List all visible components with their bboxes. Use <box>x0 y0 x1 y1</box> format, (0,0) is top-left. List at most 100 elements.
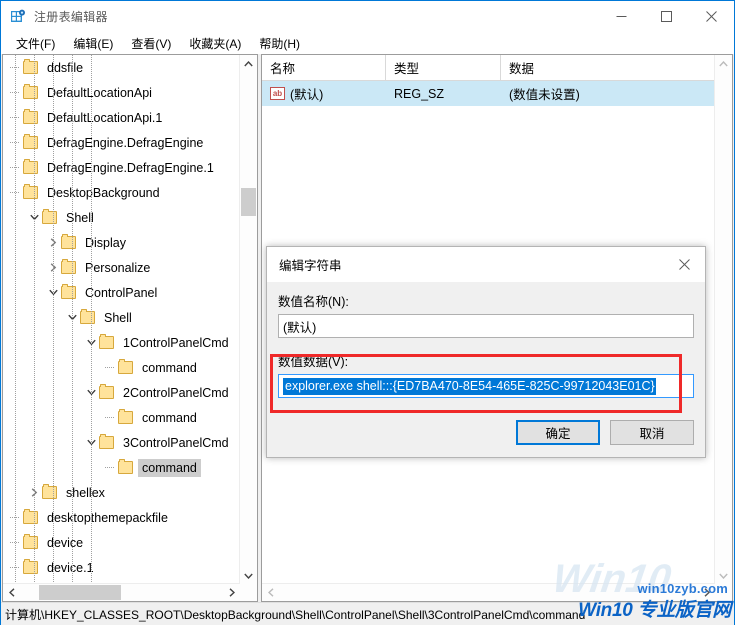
tree-node-label: shellex <box>66 485 105 500</box>
tree-node-label: Display <box>85 235 126 250</box>
tree-node[interactable]: desktopthemepackfile <box>3 505 240 530</box>
tree-scroll-thumb[interactable] <box>241 188 256 216</box>
registry-editor-window: 注册表编辑器 文件(F) 编辑(E) 查看(V) 收藏夹(A) 帮助(H) dd… <box>0 0 735 625</box>
tree-node[interactable]: DefragEngine.DefragEngine.1 <box>3 155 240 180</box>
registry-tree-pane: ddsfile DefaultLocationApi DefaultLocation… <box>2 54 258 602</box>
tree-scroll-down-icon[interactable] <box>240 567 257 584</box>
tree-node[interactable]: DefragEngine.DefragEngine <box>3 130 240 155</box>
tree-node-label: desktopthemepackfile <box>47 510 168 525</box>
tree-node[interactable]: 3ControlPanelCmd <box>3 430 240 455</box>
title-bar: 注册表编辑器 <box>1 1 734 32</box>
cancel-button[interactable]: 取消 <box>610 420 694 445</box>
tree-node[interactable]: DesktopBackground <box>3 180 240 205</box>
tree-node-label: ControlPanel <box>85 285 158 300</box>
list-vertical-scrollbar[interactable] <box>714 55 732 584</box>
value-name: (默认) <box>290 88 324 102</box>
folder-icon <box>118 459 133 474</box>
folder-icon <box>61 259 76 274</box>
folder-icon <box>23 84 38 99</box>
list-scroll-left-icon[interactable] <box>262 584 279 601</box>
tree-guide-line <box>91 55 92 584</box>
tree-node-label: command <box>138 458 201 477</box>
tree-node-label: DesktopBackground <box>47 185 160 200</box>
close-button[interactable] <box>689 1 734 32</box>
tree-scroll-left-icon[interactable] <box>3 584 20 601</box>
value-data-input[interactable]: explorer.exe shell:::{ED7BA470-8E54-465E… <box>278 374 694 398</box>
tree-node-label: command <box>142 410 197 425</box>
minimize-button[interactable] <box>599 1 644 32</box>
folder-icon <box>23 59 38 74</box>
tree-node[interactable]: 2ControlPanelCmd <box>3 380 240 405</box>
value-data: (数值未设置) <box>509 88 580 102</box>
table-row[interactable]: ab (默认) REG_SZ (数值未设置) <box>262 81 732 106</box>
folder-icon <box>42 209 57 224</box>
tree-node[interactable]: command <box>3 455 240 480</box>
window-controls <box>599 1 734 32</box>
folder-icon <box>99 434 114 449</box>
tree-node-label: ddsfile <box>47 60 84 75</box>
tree-node-label: DefragEngine.DefragEngine.1 <box>47 160 214 175</box>
list-horizontal-scrollbar[interactable] <box>262 583 715 601</box>
list-scroll-right-icon[interactable] <box>698 584 715 601</box>
tree-node[interactable]: command <box>3 405 240 430</box>
column-header-type[interactable]: 类型 <box>386 55 501 80</box>
tree-node[interactable]: Personalize <box>3 255 240 280</box>
tree-node-label: DefaultLocationApi.1 <box>47 110 163 125</box>
tree-node[interactable]: Shell <box>3 305 240 330</box>
menu-help[interactable]: 帮助(H) <box>250 33 309 54</box>
folder-icon <box>99 334 114 349</box>
value-data-input-text: explorer.exe shell:::{ED7BA470-8E54-465E… <box>283 377 656 395</box>
menu-view[interactable]: 查看(V) <box>122 33 180 54</box>
column-header-name[interactable]: 名称 <box>262 55 386 80</box>
folder-icon <box>23 134 38 149</box>
tree-vertical-scrollbar[interactable] <box>239 55 257 584</box>
tree-node[interactable]: Shell <box>3 205 240 230</box>
registry-editor-icon <box>10 9 26 25</box>
tree-dotted-connector <box>102 405 118 430</box>
menu-file[interactable]: 文件(F) <box>7 33 64 54</box>
list-scroll-up-icon[interactable] <box>715 55 732 72</box>
tree-scroll-up-icon[interactable] <box>240 55 257 72</box>
edit-string-dialog: 编辑字符串 数值名称(N): (默认) 数值数据(V): explorer.ex… <box>266 246 706 458</box>
value-name-input[interactable]: (默认) <box>278 314 694 338</box>
tree-node[interactable]: DefaultLocationApi.1 <box>3 105 240 130</box>
ok-button[interactable]: 确定 <box>516 420 600 445</box>
tree-node[interactable]: shellex <box>3 480 240 505</box>
tree-node-label: DefaultLocationApi <box>47 85 152 100</box>
tree-scroll-right-icon[interactable] <box>223 584 240 601</box>
dialog-buttons: 确定 取消 <box>267 420 705 457</box>
list-scroll-down-icon[interactable] <box>715 567 732 584</box>
menu-favorites[interactable]: 收藏夹(A) <box>180 33 250 54</box>
tree-hscroll-thumb[interactable] <box>39 585 121 600</box>
tree-node[interactable]: command <box>3 355 240 380</box>
tree-horizontal-scrollbar[interactable] <box>3 583 240 601</box>
tree-scroll-corner <box>240 584 257 601</box>
maximize-button[interactable] <box>644 1 689 32</box>
registry-tree[interactable]: ddsfile DefaultLocationApi DefaultLocation… <box>3 55 240 584</box>
value-type: REG_SZ <box>394 86 445 101</box>
tree-node[interactable]: DefaultLocationApi <box>3 80 240 105</box>
tree-node[interactable]: Display <box>3 230 240 255</box>
dialog-close-button[interactable] <box>663 248 705 282</box>
value-name-input-text: (默认) <box>283 320 317 335</box>
tree-node-label: 3ControlPanelCmd <box>123 435 229 450</box>
tree-node[interactable]: ControlPanel <box>3 280 240 305</box>
dialog-body: 数值名称(N): (默认) 数值数据(V): explorer.exe shel… <box>267 282 705 420</box>
folder-icon <box>99 384 114 399</box>
tree-node[interactable]: device <box>3 530 240 555</box>
menu-edit[interactable]: 编辑(E) <box>64 33 122 54</box>
tree-node[interactable]: device.1 <box>3 555 240 580</box>
tree-node[interactable]: ddsfile <box>3 55 240 80</box>
folder-icon <box>23 559 38 574</box>
tree-node-label: DefragEngine.DefragEngine <box>47 135 204 150</box>
folder-icon <box>80 309 95 324</box>
tree-node-label: device.1 <box>47 560 94 575</box>
folder-icon <box>118 409 133 424</box>
column-header-data[interactable]: 数据 <box>501 55 732 80</box>
value-data-label: 数值数据(V): <box>278 355 349 369</box>
folder-icon <box>23 159 38 174</box>
dialog-title: 编辑字符串 <box>279 259 342 273</box>
tree-node-label: Shell <box>66 210 94 225</box>
tree-node[interactable]: 1ControlPanelCmd <box>3 330 240 355</box>
tree-node-label: device <box>47 535 84 550</box>
